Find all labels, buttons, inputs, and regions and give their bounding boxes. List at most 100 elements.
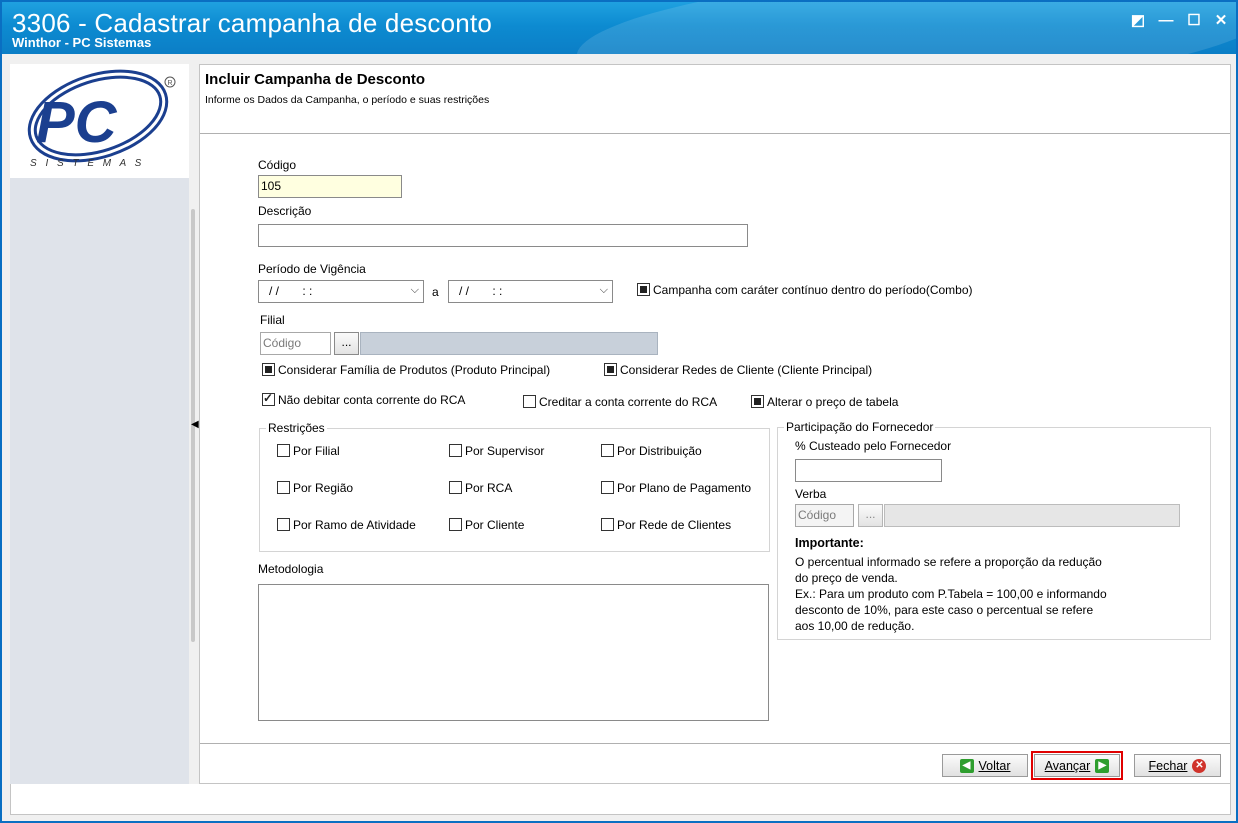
- chevron-down-icon[interactable]: ⌵: [600, 284, 608, 297]
- familia-checkbox-label: Considerar Família de Produtos (Produto …: [278, 363, 551, 377]
- periodo-end-picker[interactable]: / / : : ⌵: [448, 280, 613, 303]
- restricao-por-regiao[interactable]: Por Região: [277, 481, 353, 495]
- restricao-por-cliente[interactable]: Por Cliente: [449, 518, 524, 532]
- nao-debitar-label: Não debitar conta corrente do RCA: [278, 393, 466, 407]
- importante-title: Importante:: [795, 536, 864, 550]
- checkbox-box[interactable]: [601, 518, 614, 531]
- filial-search-button[interactable]: ...: [334, 332, 359, 355]
- main-content: Incluir Campanha de Desconto Informe os …: [199, 64, 1231, 784]
- title-bar: 3306 - Cadastrar campanha de desconto Wi…: [2, 2, 1236, 54]
- familia-checkbox[interactable]: Considerar Família de Produtos (Produto …: [262, 363, 550, 377]
- periodo-separator: a: [432, 285, 439, 299]
- creditar-label: Creditar a conta corrente do RCA: [539, 395, 718, 409]
- minimize-icon[interactable]: —: [1154, 10, 1178, 32]
- metodologia-label: Metodologia: [258, 562, 324, 576]
- restricoes-group: Restrições Por Filial Por Supervisor Por…: [259, 421, 770, 552]
- fechar-label: Fechar: [1148, 758, 1188, 773]
- app-window: 3306 - Cadastrar campanha de desconto Wi…: [0, 0, 1238, 823]
- restricao-label: Por Filial: [293, 444, 340, 458]
- svg-text:PC: PC: [36, 90, 118, 155]
- checkbox-box[interactable]: [277, 518, 290, 531]
- codigo-input[interactable]: 105: [258, 175, 402, 198]
- alterar-preco-label: Alterar o preço de tabela: [767, 395, 899, 409]
- filial-label: Filial: [260, 313, 285, 327]
- periodo-label: Período de Vigência: [258, 262, 366, 276]
- fechar-button[interactable]: Fechar ✕: [1134, 754, 1221, 777]
- sidebar-splitter[interactable]: ◀: [189, 64, 199, 784]
- creditar-checkbox[interactable]: Creditar a conta corrente do RCA: [523, 395, 717, 409]
- restricao-label: Por Cliente: [465, 518, 525, 532]
- close-icon[interactable]: ✕: [1209, 10, 1233, 32]
- restricao-por-filial[interactable]: Por Filial: [277, 444, 340, 458]
- filial-description-field: [360, 332, 658, 355]
- nao-debitar-checkbox[interactable]: Não debitar conta corrente do RCA: [262, 391, 466, 407]
- checkbox-box[interactable]: [262, 363, 275, 376]
- svg-text:R: R: [168, 80, 173, 87]
- verba-search-button[interactable]: ...: [858, 504, 883, 527]
- restricao-label: Por Supervisor: [465, 444, 545, 458]
- close-circle-icon: ✕: [1192, 758, 1207, 773]
- arrow-left-icon: ◀: [959, 758, 974, 773]
- importante-line-4: desconto de 10%, para este caso o percen…: [795, 603, 1094, 617]
- checkbox-box[interactable]: [449, 518, 462, 531]
- checkbox-box[interactable]: [449, 444, 462, 457]
- restricoes-title: Restrições: [266, 421, 327, 435]
- redes-checkbox-label: Considerar Redes de Cliente (Cliente Pri…: [620, 363, 873, 377]
- restore-layout-icon[interactable]: ◩: [1126, 10, 1150, 32]
- restricao-label: Por Distribuição: [617, 444, 702, 458]
- periodo-start-picker[interactable]: / / : : ⌵: [258, 280, 424, 303]
- combo-checkbox[interactable]: Campanha com caráter contínuo dentro do …: [637, 283, 973, 297]
- redes-checkbox[interactable]: Considerar Redes de Cliente (Cliente Pri…: [604, 363, 872, 377]
- checkbox-box[interactable]: [751, 395, 764, 408]
- footer-divider: [200, 743, 1230, 744]
- checkbox-box[interactable]: [262, 391, 275, 406]
- restricao-label: Por Rede de Clientes: [617, 518, 732, 532]
- restricao-por-distribuicao[interactable]: Por Distribuição: [601, 444, 702, 458]
- importante-line-1: O percentual informado se refere a propo…: [795, 555, 1102, 569]
- page-subtitle: Informe os Dados da Campanha, o período …: [205, 94, 490, 106]
- restricao-label: Por Ramo de Atividade: [293, 518, 416, 532]
- voltar-label: Voltar: [978, 758, 1011, 773]
- checkbox-box[interactable]: [601, 444, 614, 457]
- restricao-por-rca[interactable]: Por RCA: [449, 481, 512, 495]
- restricao-por-supervisor[interactable]: Por Supervisor: [449, 444, 544, 458]
- maximize-icon[interactable]: ☐: [1182, 10, 1206, 32]
- chevron-down-icon[interactable]: ⌵: [411, 284, 419, 297]
- periodo-end-value: / / : :: [459, 284, 503, 298]
- checkbox-box[interactable]: [604, 363, 617, 376]
- checkbox-box[interactable]: [277, 481, 290, 494]
- avancar-button[interactable]: Avançar ▶: [1031, 751, 1123, 780]
- restricao-por-ramo-atividade[interactable]: Por Ramo de Atividade: [277, 518, 416, 532]
- checkbox-box[interactable]: [523, 395, 536, 408]
- restricao-por-plano-pagamento[interactable]: Por Plano de Pagamento: [601, 481, 751, 495]
- metodologia-textarea[interactable]: [258, 584, 769, 721]
- descricao-label: Descrição: [258, 204, 312, 218]
- importante-line-3: Ex.: Para um produto com P.Tabela = 100,…: [795, 587, 1107, 601]
- alterar-preco-checkbox[interactable]: Alterar o preço de tabela: [751, 395, 898, 409]
- logo-area: PC R S I S T E M A S: [10, 64, 189, 178]
- fornecedor-group: Participação do Fornecedor % Custeado pe…: [777, 420, 1211, 640]
- header-divider: [200, 133, 1230, 134]
- combo-checkbox-label: Campanha com caráter contínuo dentro do …: [653, 283, 973, 297]
- checkbox-box[interactable]: [449, 481, 462, 494]
- checkbox-box[interactable]: [601, 481, 614, 494]
- filial-code-input[interactable]: Código: [260, 332, 331, 355]
- restricao-por-rede-clientes[interactable]: Por Rede de Clientes: [601, 518, 731, 532]
- logo-tagline: S I S T E M A S: [30, 158, 145, 169]
- voltar-button[interactable]: ◀ Voltar: [942, 754, 1028, 777]
- status-strip: [10, 784, 1231, 815]
- custeado-input[interactable]: [795, 459, 942, 482]
- arrow-right-icon: ▶: [1095, 758, 1110, 773]
- restricao-label: Por Região: [293, 481, 354, 495]
- checkbox-box[interactable]: [277, 444, 290, 457]
- importante-line-5: aos 10,00 de redução.: [795, 619, 915, 633]
- descricao-input[interactable]: [258, 224, 748, 247]
- checkbox-box[interactable]: [637, 283, 650, 296]
- collapse-arrow-icon[interactable]: ◀: [191, 419, 199, 430]
- restricao-label: Por RCA: [465, 481, 513, 495]
- verba-code-input[interactable]: Código: [795, 504, 854, 527]
- restricao-label: Por Plano de Pagamento: [617, 481, 752, 495]
- codigo-label: Código: [258, 158, 297, 172]
- window-subtitle: Winthor - PC Sistemas: [12, 35, 152, 50]
- periodo-start-value: / / : :: [269, 284, 313, 298]
